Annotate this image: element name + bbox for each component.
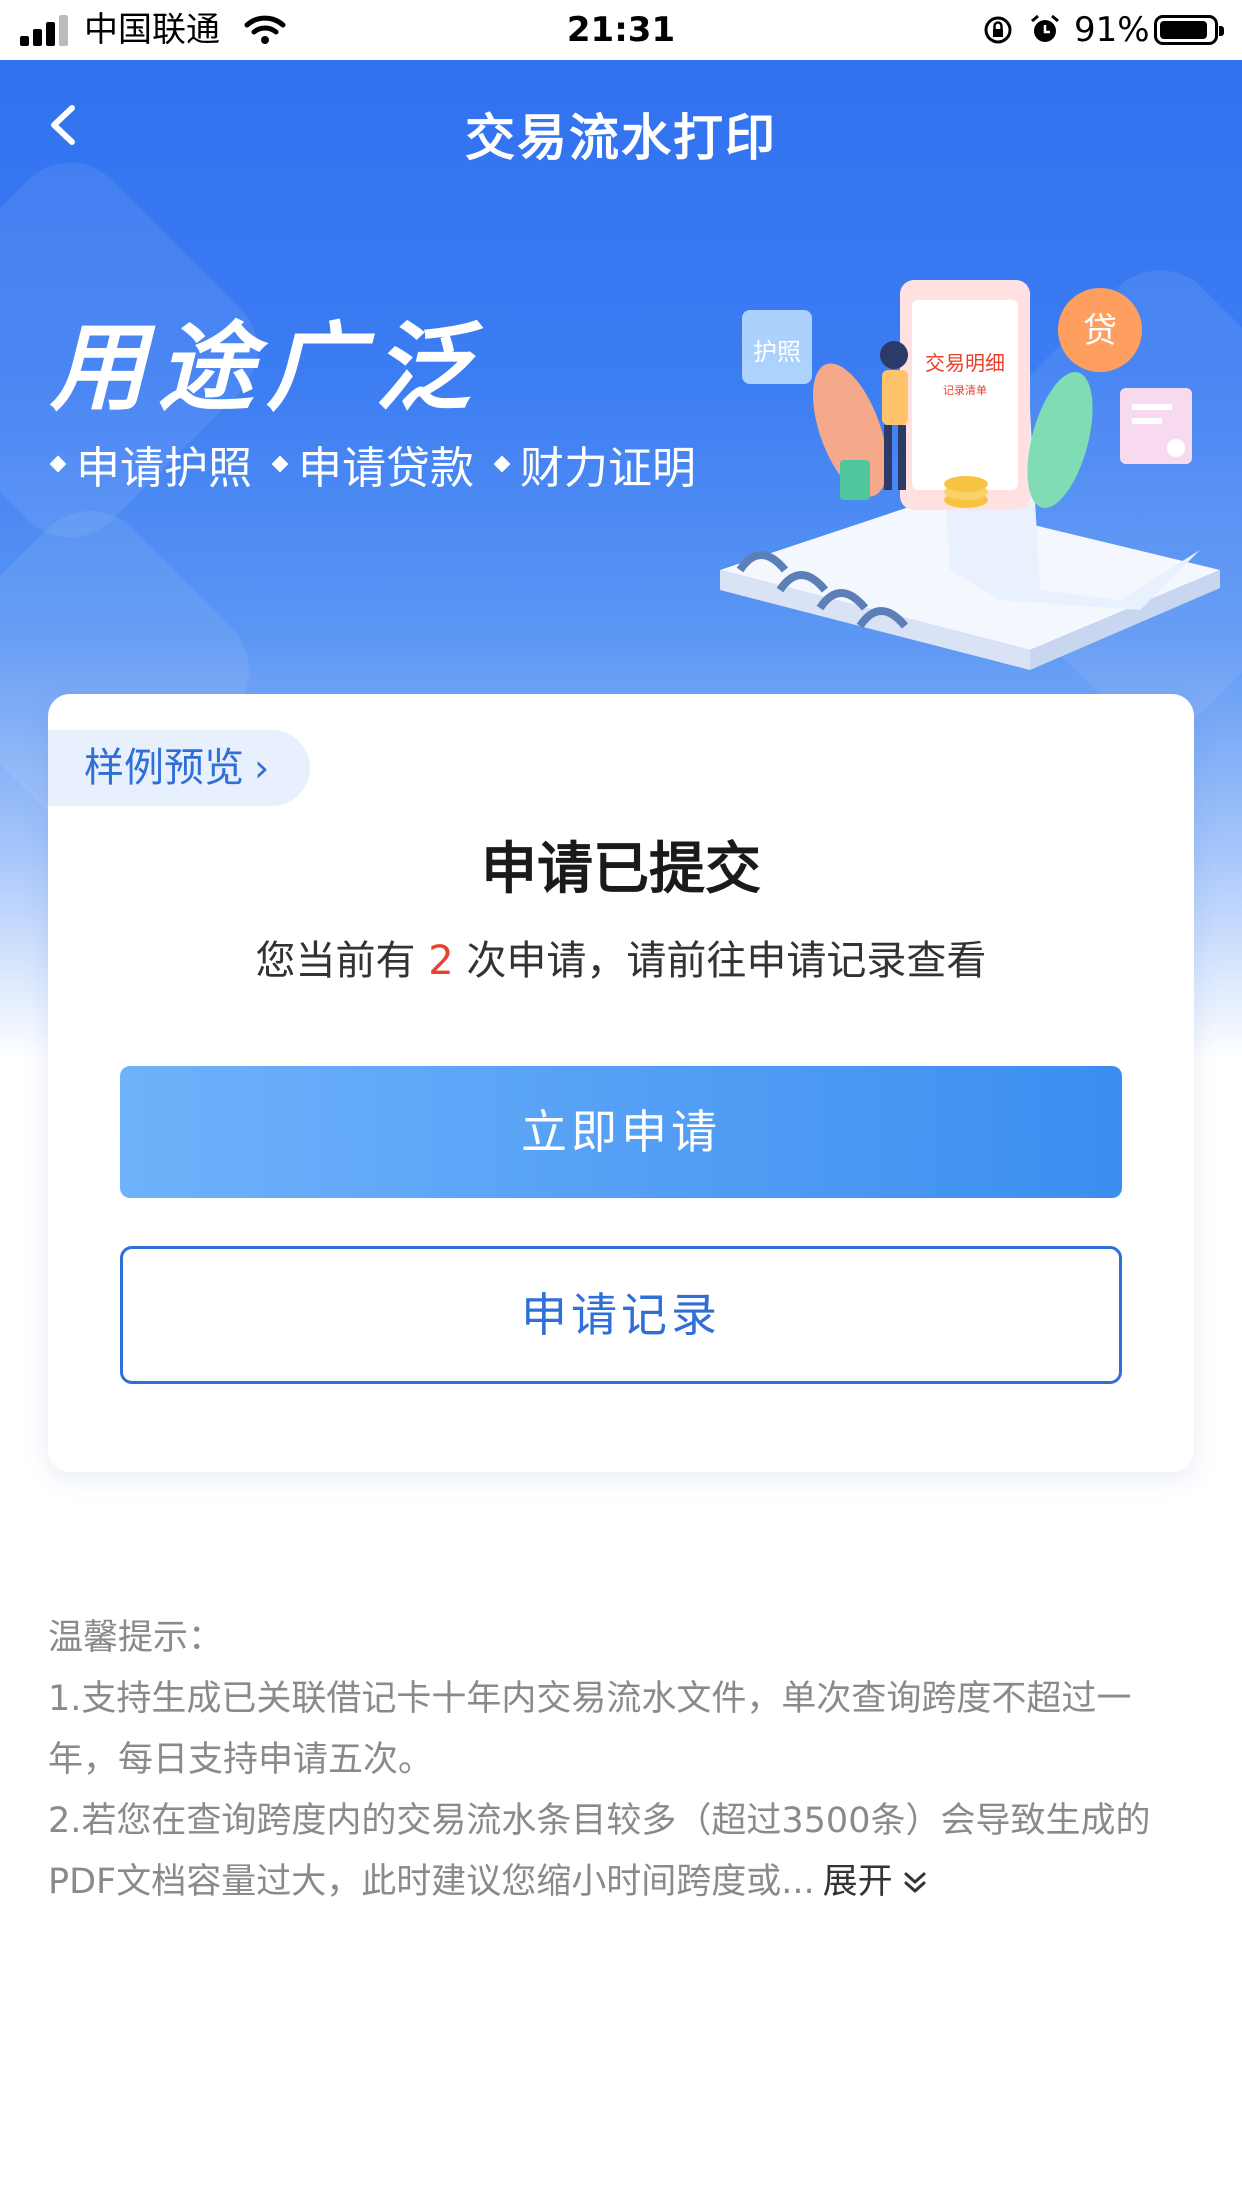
banner-title: 用途广泛 (50, 312, 482, 424)
double-chevron-down-icon (904, 1872, 926, 1893)
desc-prefix: 您当前有 (255, 938, 429, 984)
diamond-bullet-icon (493, 455, 511, 473)
application-card: 样例预览 › 申请已提交 您当前有 2 次申请，请前往申请记录查看 立即申请 申… (48, 694, 1194, 1472)
desc-suffix: 次申请，请前往申请记录查看 (453, 938, 987, 984)
tips-line-2: 2.若您在查询跨度内的交易流水条目较多（超过3500条）会导致生成的PDF文档容… (48, 1791, 1194, 1913)
diamond-bullet-icon (271, 455, 289, 473)
banner-tag: 申请贷款 (271, 432, 474, 496)
banner-tags: 申请护照 申请贷款 财力证明 (49, 432, 696, 496)
rotation-lock-icon (984, 16, 1012, 44)
expand-label: 展开 (822, 1862, 893, 1902)
banner-tag: 财力证明 (493, 432, 696, 496)
application-count: 2 (428, 938, 454, 984)
tips-line-2-text: 2.若您在查询跨度内的交易流水条目较多（超过3500条）会导致生成的PDF文档容… (48, 1801, 1151, 1902)
page-title: 交易流水打印 (465, 109, 777, 167)
nav-bar: 交易流水打印 (0, 60, 1242, 190)
status-bar: 中国联通 21:31 91% (0, 0, 1242, 60)
application-records-button[interactable]: 申请记录 (120, 1246, 1122, 1384)
illustration-doc-subtitle: 记录清单 (943, 384, 987, 397)
banner-tag-label: 申请贷款 (298, 443, 474, 494)
banner-tag-label: 财力证明 (520, 443, 696, 494)
tips-line-1: 1.支持生成已关联借记卡十年内交易流水文件，单次查询跨度不超过一年，每日支持申请… (48, 1679, 1132, 1780)
sample-preview-link[interactable]: 样例预览 › (48, 730, 310, 806)
sample-preview-label: 样例预览 (84, 745, 244, 791)
illustration-doc-title: 交易明细 (925, 352, 1005, 375)
battery-percent: 91% (1074, 10, 1150, 50)
card-title: 申请已提交 (481, 837, 761, 902)
diamond-bullet-icon (49, 455, 67, 473)
battery-icon (1154, 15, 1224, 45)
chevron-right-icon: › (254, 746, 270, 790)
banner-tag-label: 申请护照 (76, 443, 252, 494)
tips-section: 温馨提示： 1.支持生成已关联借记卡十年内交易流水文件，单次查询跨度不超过一年，… (48, 1608, 1194, 1913)
illustration-loan-badge: 贷 (1083, 312, 1117, 350)
banner-illustration: 交易明细 记录清单 护照 贷 (720, 280, 1220, 670)
illustration-passport-badge: 护照 (753, 339, 801, 366)
apply-now-button[interactable]: 立即申请 (120, 1066, 1122, 1198)
alarm-icon (1031, 14, 1059, 42)
banner-tag: 申请护照 (49, 432, 252, 496)
card-description: 您当前有 2 次申请，请前往申请记录查看 (48, 928, 1194, 986)
tips-heading: 温馨提示： (48, 1618, 224, 1658)
expand-link[interactable]: 展开 (823, 1862, 929, 1902)
